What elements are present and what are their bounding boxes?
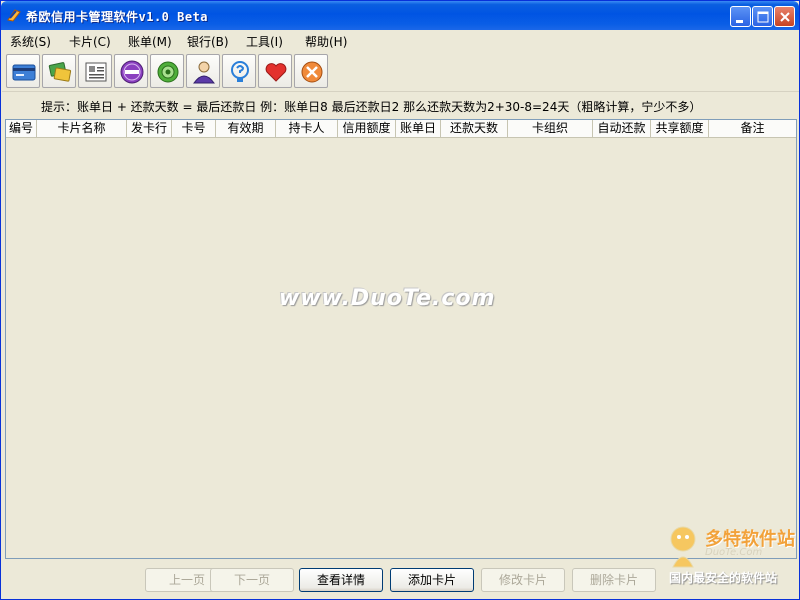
toolbar-card-button[interactable]: [6, 54, 40, 88]
corner-slogan: 国内最安全的软件站: [669, 571, 778, 585]
watermark-text: www.DuoTe.com: [279, 286, 496, 311]
toolbar-help-button[interactable]: [222, 54, 256, 88]
column-header[interactable]: 自动还款: [593, 120, 651, 138]
column-header[interactable]: 账单日: [396, 120, 441, 138]
heart-icon: [265, 63, 287, 82]
help-bulb-icon: [231, 61, 249, 82]
column-header[interactable]: 卡组织: [508, 120, 593, 138]
menu-system[interactable]: 系统(S): [10, 33, 51, 50]
maximize-button[interactable]: [752, 6, 773, 27]
column-header[interactable]: 有效期: [216, 120, 276, 138]
app-logo-icon: [7, 9, 21, 22]
main-window: 希欧信用卡管理软件v1.0 Beta 系统(S) 卡片(C) 账单(M) 银行(…: [0, 0, 800, 600]
toolbar-cards-button[interactable]: [42, 54, 76, 88]
bank-icon: [120, 60, 144, 84]
toolbar: [2, 52, 799, 92]
column-header[interactable]: 还款天数: [441, 120, 508, 138]
cards-icon: [48, 62, 72, 82]
minimize-icon: [736, 20, 743, 23]
toolbar-settings-button[interactable]: [150, 54, 184, 88]
add-card-button[interactable]: 添加卡片: [390, 568, 474, 592]
edit-card-button[interactable]: 修改卡片: [481, 568, 565, 592]
close-button[interactable]: [774, 6, 795, 27]
corner-watermark-logo: 多特软件站 DuoTe.Com 国内最安全的软件站: [661, 521, 797, 591]
column-header[interactable]: 信用额度: [338, 120, 396, 138]
next-page-button[interactable]: 下一页: [210, 568, 294, 592]
maximize-icon: [757, 11, 769, 23]
exit-icon: [301, 61, 323, 83]
toolbar-exit-button[interactable]: [294, 54, 328, 88]
toolbar-bill-button[interactable]: [78, 54, 112, 88]
close-icon: [780, 12, 790, 22]
column-header[interactable]: 卡号: [172, 120, 216, 138]
menu-tools[interactable]: 工具(I): [246, 33, 283, 50]
menu-bar: 系统(S) 卡片(C) 账单(M) 银行(B) 工具(I) 帮助(H): [2, 30, 799, 50]
delete-card-button[interactable]: 删除卡片: [572, 568, 656, 592]
settings-gear-icon: [157, 61, 179, 83]
toolbar-favorite-button[interactable]: [258, 54, 292, 88]
user-icon: [193, 61, 215, 84]
window-title: 希欧信用卡管理软件v1.0 Beta: [26, 10, 209, 24]
menu-bank[interactable]: 银行(B): [187, 33, 229, 50]
minimize-button[interactable]: [730, 6, 751, 27]
credit-card-icon: [12, 64, 36, 81]
column-header[interactable]: 卡片名称: [37, 120, 127, 138]
title-bar[interactable]: 希欧信用卡管理软件v1.0 Beta: [1, 1, 799, 30]
mascot-icon: [670, 526, 696, 568]
corner-brand-sub: DuoTe.Com: [705, 547, 763, 558]
toolbar-user-button[interactable]: [186, 54, 220, 88]
column-header[interactable]: 共享额度: [651, 120, 709, 138]
toolbar-bank-button[interactable]: [114, 54, 148, 88]
menu-card[interactable]: 卡片(C): [69, 33, 111, 50]
view-details-button[interactable]: 查看详情: [299, 568, 383, 592]
card-table[interactable]: 编号 卡片名称 发卡行 卡号 有效期 持卡人 信用额度 账单日 还款天数 卡组织…: [5, 119, 797, 559]
hint-text: 提示：账单日 + 还款天数 = 最后还款日 例：账单日8 最后还款日2 那么还款…: [41, 100, 702, 114]
bill-list-icon: [85, 62, 107, 82]
column-header[interactable]: 发卡行: [127, 120, 172, 138]
menu-bill[interactable]: 账单(M): [128, 33, 172, 50]
column-header[interactable]: 编号: [6, 120, 37, 138]
menu-help[interactable]: 帮助(H): [305, 33, 347, 50]
column-header[interactable]: 备注: [709, 120, 796, 138]
column-header[interactable]: 持卡人: [276, 120, 338, 138]
